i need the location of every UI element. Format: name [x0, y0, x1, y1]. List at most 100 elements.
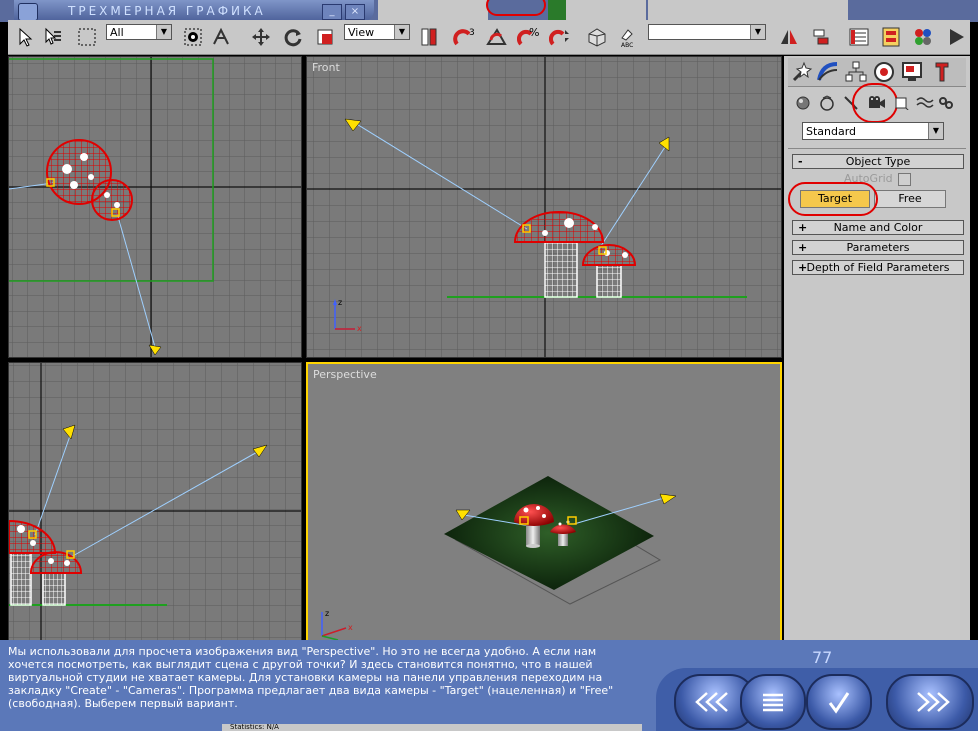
- status-bar-strip: Statistics: N/A: [222, 724, 642, 731]
- svg-text:z: z: [338, 298, 342, 307]
- command-panel: Standard ▼ - Object Type AutoGrid Target…: [784, 56, 970, 642]
- highlight-ring-cameras: [852, 83, 898, 123]
- spinner-snap-icon[interactable]: [548, 24, 574, 50]
- viewport-left[interactable]: [8, 362, 302, 642]
- forward-button[interactable]: [886, 674, 974, 730]
- modify-tab-icon[interactable]: [816, 60, 840, 84]
- angle-snap-icon[interactable]: [484, 24, 510, 50]
- viewport-perspective-label: Perspective: [313, 368, 377, 381]
- tutorial-text: Мы использовали для просчета изображения…: [8, 645, 614, 710]
- main-toolbar: All ▼ View ▼ 3 % ABC ▼: [8, 20, 970, 55]
- forward-icon: [917, 692, 950, 712]
- scale-icon[interactable]: [312, 24, 338, 50]
- reference-coord-value: View: [348, 26, 375, 39]
- move-icon[interactable]: [248, 24, 274, 50]
- render-scene-icon[interactable]: [944, 24, 970, 50]
- svg-text:x: x: [348, 623, 353, 632]
- rollout-depth-of-field-label: Depth of Field Parameters: [806, 261, 950, 274]
- object-category-dropdown[interactable]: Standard ▼: [802, 122, 944, 140]
- rotate-icon[interactable]: [280, 24, 306, 50]
- motion-tab-icon[interactable]: [872, 60, 896, 84]
- page-number: 77: [812, 648, 833, 667]
- material-editor-icon[interactable]: [910, 24, 936, 50]
- viewport-front[interactable]: z x Front: [306, 56, 782, 358]
- selection-filter-value: All: [110, 26, 124, 39]
- app-menu-icon[interactable]: [18, 3, 38, 21]
- minimize-button[interactable]: _: [322, 4, 342, 20]
- viewport-top[interactable]: [8, 56, 302, 358]
- chevron-down-icon: ▼: [928, 123, 943, 139]
- title-bar: ТРЕХМЕРНАЯ ГРАФИКА _ ×: [0, 0, 978, 22]
- select-arrow-icon[interactable]: [12, 24, 38, 50]
- percent-snap-icon[interactable]: %: [516, 24, 542, 50]
- snap-3d-icon[interactable]: 3: [452, 24, 478, 50]
- rollout-expand-sign: +: [798, 221, 808, 234]
- object-category-value: Standard: [806, 125, 857, 138]
- highlight-ring-target: [788, 182, 878, 216]
- named-selection-icon[interactable]: [584, 24, 610, 50]
- select-and-link-icon[interactable]: [180, 24, 206, 50]
- rollout-object-type-label: Object Type: [845, 155, 911, 168]
- chevron-down-icon: ▼: [394, 25, 409, 39]
- align-icon[interactable]: [808, 24, 834, 50]
- hierarchy-tab-icon[interactable]: [844, 60, 868, 84]
- rollout-parameters[interactable]: + Parameters: [792, 240, 964, 255]
- viewport-front-label: Front: [312, 61, 340, 74]
- green-block: [548, 0, 568, 20]
- bind-space-warp-icon[interactable]: [208, 24, 234, 50]
- titlebar-strip: [378, 0, 488, 20]
- display-tab-icon[interactable]: [900, 60, 924, 84]
- rollout-collapse-sign: -: [798, 155, 803, 168]
- svg-text:%: %: [529, 26, 539, 39]
- schematic-view-icon[interactable]: [878, 24, 904, 50]
- region-select-icon[interactable]: [74, 24, 100, 50]
- rollout-depth-of-field[interactable]: + Depth of Field Parameters: [792, 260, 964, 275]
- checkmark-icon: [828, 692, 850, 714]
- track-view-icon[interactable]: [846, 24, 872, 50]
- rollout-expand-sign: +: [798, 261, 808, 274]
- geometry-icon[interactable]: [796, 96, 810, 110]
- close-button[interactable]: ×: [345, 4, 365, 20]
- separator: [788, 148, 966, 149]
- confirm-button[interactable]: [806, 674, 872, 730]
- viewport-left-canvas: [9, 363, 301, 641]
- named-selection-sets-dropdown[interactable]: ▼: [648, 24, 766, 40]
- reference-coord-dropdown[interactable]: View ▼: [344, 24, 410, 40]
- rewind-icon: [695, 692, 728, 712]
- rollout-parameters-label: Parameters: [846, 241, 910, 254]
- chevron-down-icon: ▼: [750, 25, 765, 39]
- space-warps-icon[interactable]: [916, 96, 934, 110]
- svg-text:3: 3: [469, 28, 475, 38]
- menu-lines-icon: [763, 693, 783, 712]
- shapes-icon[interactable]: [818, 94, 836, 112]
- rollout-expand-sign: +: [798, 241, 808, 254]
- create-tab-icon[interactable]: [790, 60, 814, 84]
- selection-filter-dropdown[interactable]: All ▼: [106, 24, 172, 40]
- free-camera-button[interactable]: Free: [874, 190, 946, 208]
- svg-text:z: z: [325, 609, 329, 618]
- highlight-ring-top: [486, 0, 546, 16]
- viewport-top-canvas: [9, 57, 301, 357]
- titlebar-strip-2: [566, 0, 646, 20]
- pivot-center-icon[interactable]: [416, 24, 442, 50]
- titlebar-strip-3: [648, 0, 848, 20]
- tutorial-info-bar: Мы использовали для просчета изображения…: [0, 640, 978, 731]
- viewport-perspective[interactable]: z x Perspective: [306, 362, 782, 642]
- viewport-perspective-canvas: z x: [321, 476, 677, 640]
- mirror-icon[interactable]: [776, 24, 802, 50]
- rollout-name-and-color-label: Name and Color: [833, 221, 923, 234]
- utilities-tab-icon[interactable]: [930, 60, 954, 84]
- rollout-name-and-color[interactable]: + Name and Color: [792, 220, 964, 235]
- autogrid-checkbox[interactable]: [898, 173, 911, 186]
- svg-text:x: x: [357, 324, 362, 333]
- helpers-icon[interactable]: [894, 96, 910, 112]
- svg-text:ABC: ABC: [621, 42, 633, 48]
- systems-icon[interactable]: [938, 96, 954, 110]
- chevron-down-icon: ▼: [156, 25, 171, 39]
- window-title: ТРЕХМЕРНАЯ ГРАФИКА: [68, 4, 266, 18]
- rollout-object-type[interactable]: - Object Type: [792, 154, 964, 169]
- viewport-front-canvas: z x: [307, 57, 781, 357]
- select-by-name-icon[interactable]: [40, 24, 66, 50]
- edit-named-selection-icon[interactable]: ABC: [616, 24, 642, 50]
- contents-button[interactable]: [740, 674, 806, 730]
